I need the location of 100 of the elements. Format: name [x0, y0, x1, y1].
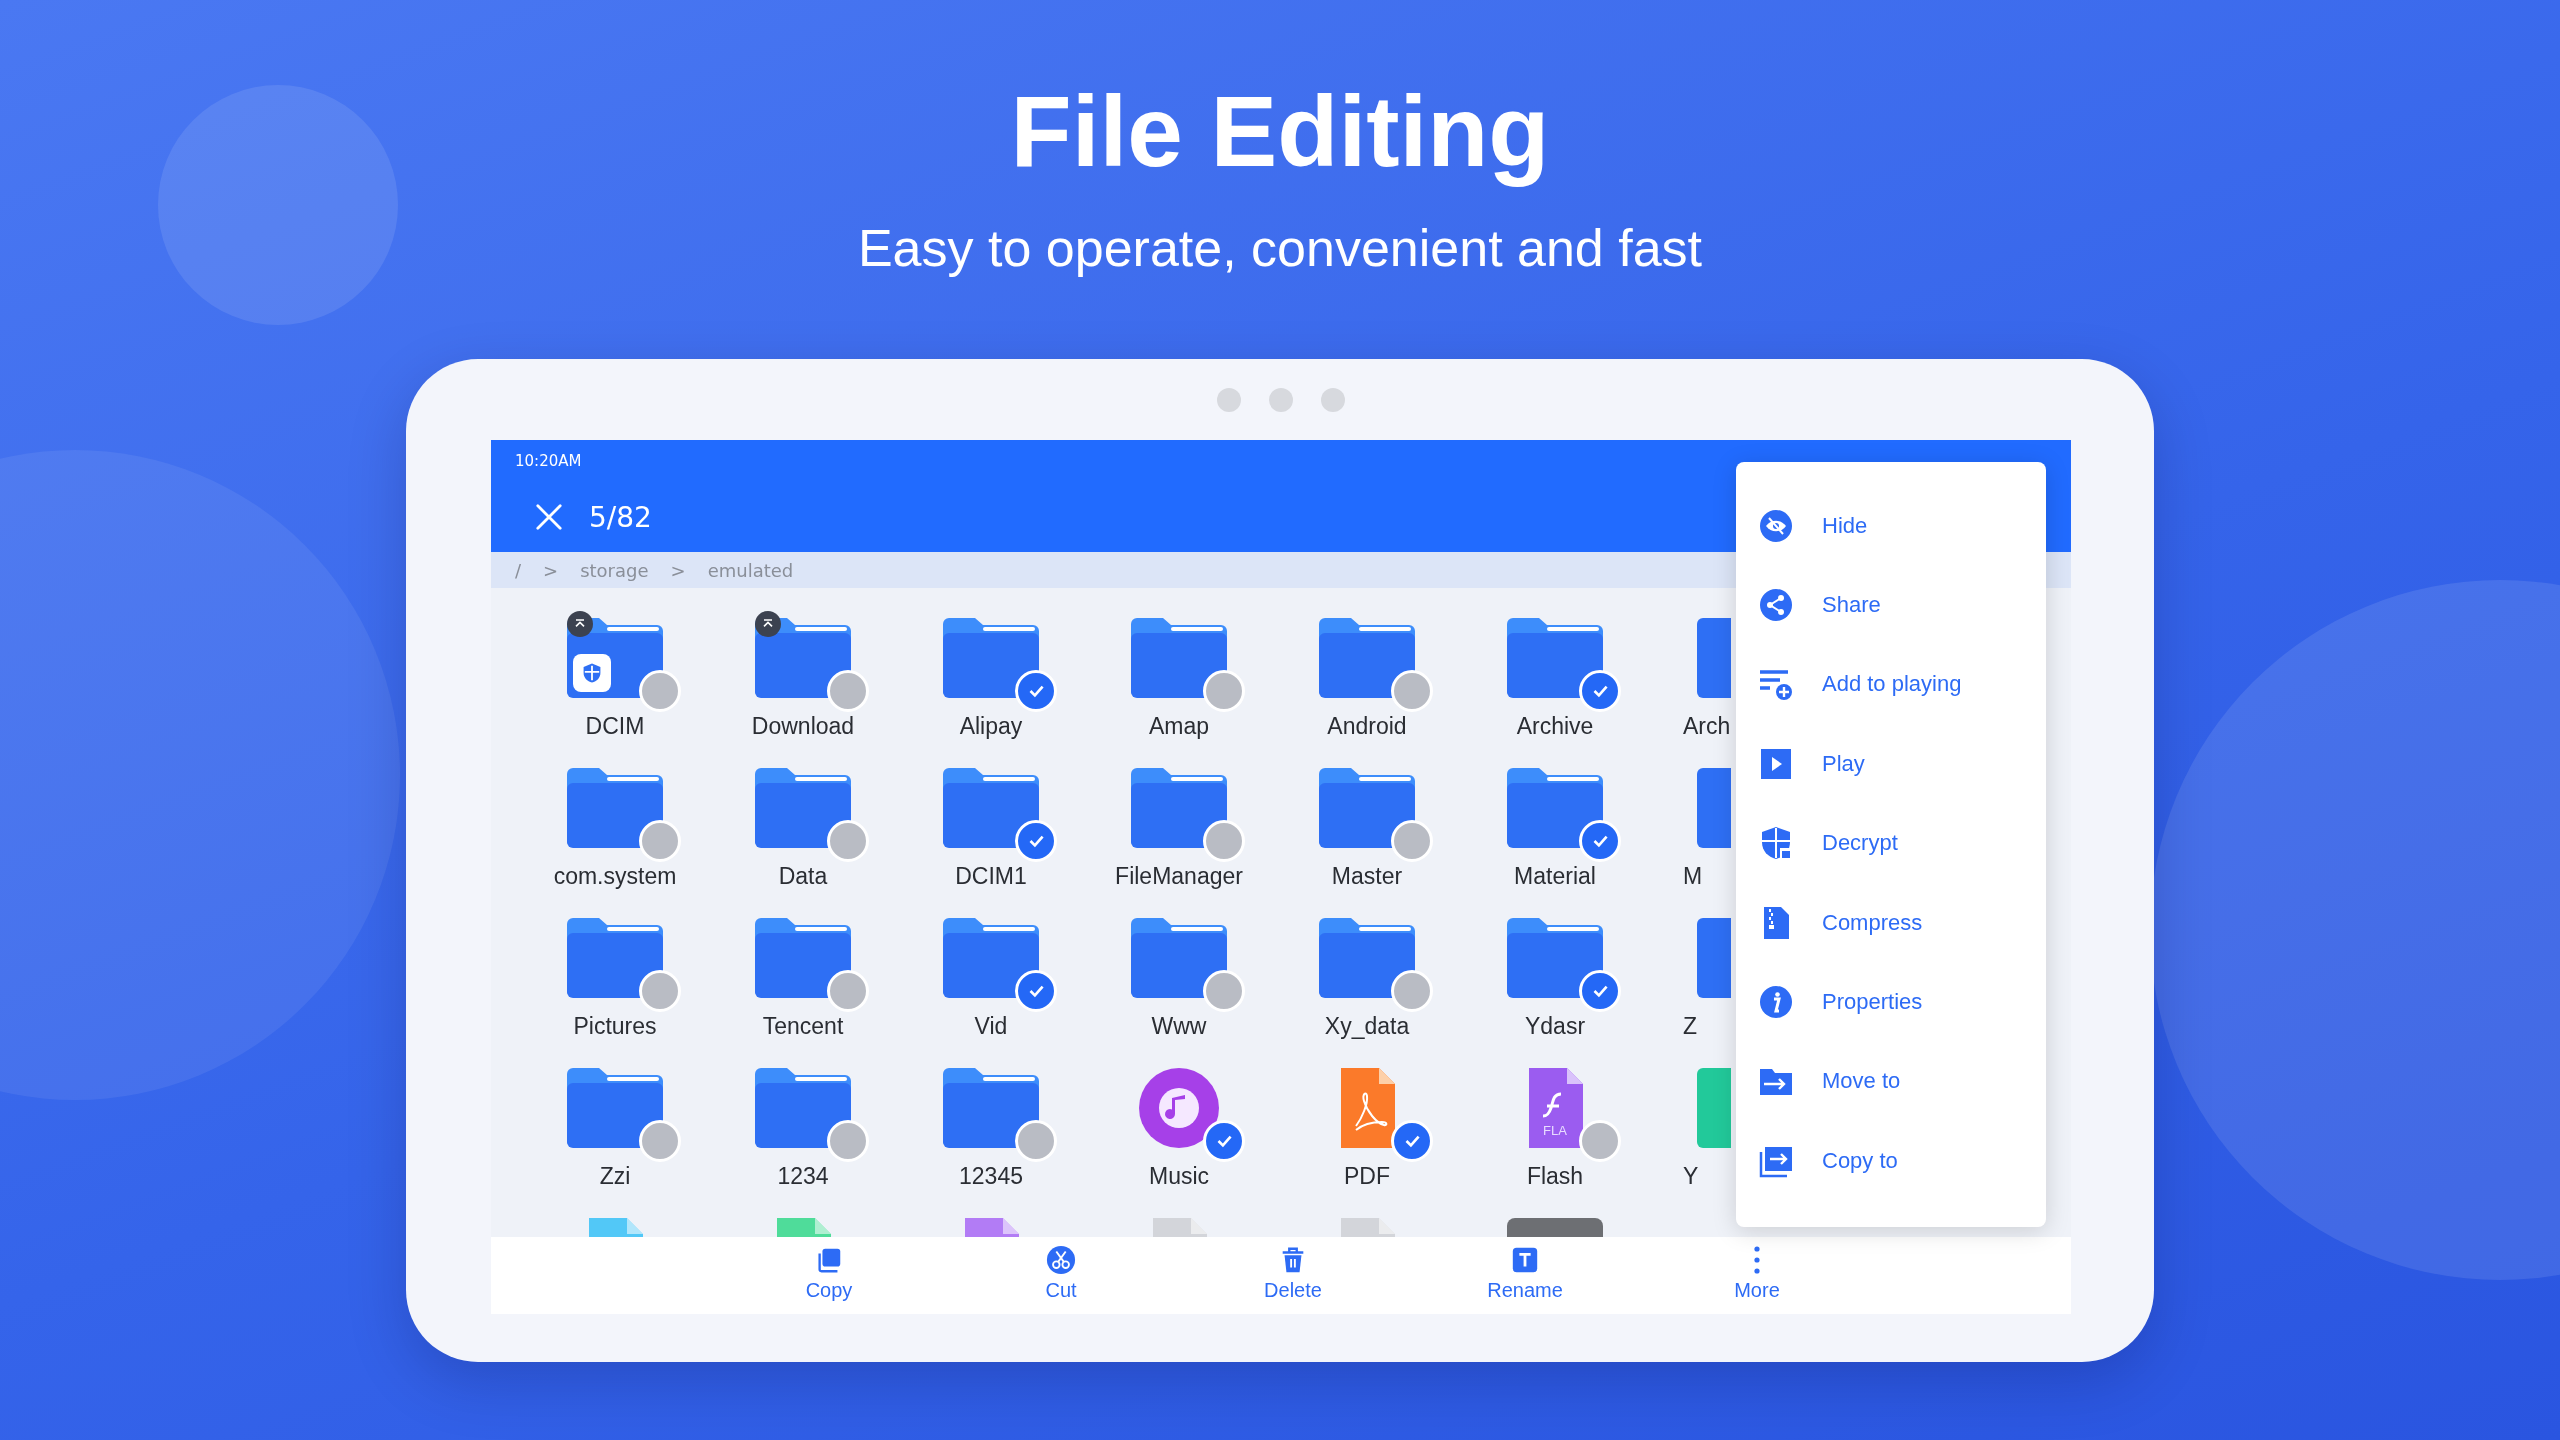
- selection-checkbox[interactable]: [1579, 820, 1621, 862]
- selection-checkbox[interactable]: [639, 820, 681, 862]
- menu-item[interactable]: Decrypt: [1736, 803, 2046, 883]
- menu-item[interactable]: Hide: [1736, 486, 2046, 566]
- selection-checkbox[interactable]: [827, 820, 869, 862]
- share-icon: [1759, 588, 1793, 623]
- menu-item[interactable]: Share: [1736, 565, 2046, 645]
- file-label[interactable]: Archive: [1516, 711, 1594, 741]
- folder-icon: [567, 768, 663, 848]
- camera-dot: [1269, 387, 1293, 412]
- folder-icon: [943, 918, 1039, 998]
- selection-checkbox[interactable]: [1579, 1120, 1621, 1162]
- file-label[interactable]: 12345: [959, 1161, 1023, 1191]
- play-icon: [1759, 746, 1793, 781]
- selection-checkbox[interactable]: [1391, 670, 1433, 712]
- file-label[interactable]: DCIM1: [955, 861, 1027, 891]
- folder-icon: [755, 918, 851, 998]
- file-label[interactable]: Ydasr: [1524, 1011, 1586, 1041]
- toolbar-button[interactable]: Cut: [986, 1237, 1136, 1314]
- folder-icon: [943, 1068, 1039, 1148]
- file-label[interactable]: Y: [1683, 1161, 1699, 1191]
- selection-checkbox[interactable]: [1203, 970, 1245, 1012]
- camera-dot: [1321, 387, 1345, 412]
- menu-item[interactable]: Add to playing: [1736, 644, 2046, 725]
- camera-dot: [1217, 387, 1241, 412]
- file-label[interactable]: Music: [1148, 1161, 1210, 1191]
- toolbar-button[interactable]: Rename: [1450, 1237, 1600, 1314]
- folder-icon: [1507, 918, 1603, 998]
- cut-off-file-icon: [1697, 1068, 1731, 1148]
- file-label[interactable]: Xy_data: [1324, 1011, 1410, 1041]
- queue-icon: [1759, 667, 1793, 702]
- folder-icon: [567, 1068, 663, 1148]
- folder-icon: [755, 768, 851, 848]
- selection-checkbox[interactable]: [1391, 970, 1433, 1012]
- toolbar-button[interactable]: Delete: [1218, 1237, 1368, 1314]
- file-label[interactable]: Android: [1327, 711, 1407, 741]
- menu-item[interactable]: Move to: [1736, 1041, 2046, 1122]
- selection-checkbox[interactable]: [1203, 1120, 1245, 1162]
- folder-icon: [567, 918, 663, 998]
- folder-icon: [755, 1068, 851, 1148]
- file-label[interactable]: Download: [751, 711, 855, 741]
- icon-caption: FLA: [1542, 1124, 1568, 1138]
- selection-checkbox[interactable]: [827, 970, 869, 1012]
- menu-item[interactable]: Play: [1736, 724, 2046, 804]
- file-label[interactable]: Alipay: [959, 711, 1023, 741]
- file-label[interactable]: Amap: [1148, 711, 1210, 741]
- selection-checkbox[interactable]: [639, 1120, 681, 1162]
- menu-item[interactable]: Properties: [1736, 962, 2046, 1042]
- file-label[interactable]: Flash: [1526, 1161, 1584, 1191]
- selection-checkbox[interactable]: [1015, 670, 1057, 712]
- selection-checkbox[interactable]: [1579, 670, 1621, 712]
- toolbar-button[interactable]: More: [1682, 1237, 1832, 1314]
- selection-checkbox[interactable]: [1391, 1120, 1433, 1162]
- headline-subtitle: Easy to operate, convenient and fast: [856, 218, 1704, 278]
- file-label[interactable]: Tencent: [762, 1011, 844, 1041]
- hide-icon: [1759, 508, 1793, 543]
- folder-icon: [1507, 618, 1603, 698]
- status-time: 10:20AM: [515, 452, 582, 470]
- file-label[interactable]: Z: [1683, 1011, 1698, 1041]
- file-label[interactable]: Master: [1331, 861, 1403, 891]
- toolbar-button[interactable]: Copy: [754, 1237, 904, 1314]
- selection-checkbox[interactable]: [1203, 820, 1245, 862]
- cut-off-file-icon: [1697, 768, 1731, 848]
- file-label[interactable]: Data: [778, 861, 828, 891]
- file-label[interactable]: DCIM: [585, 711, 645, 741]
- selection-checkbox[interactable]: [827, 1120, 869, 1162]
- menu-item[interactable]: Compress: [1736, 882, 2046, 963]
- file-label[interactable]: PDF: [1344, 1161, 1390, 1191]
- cut-off-file-icon: [1697, 618, 1731, 698]
- selection-checkbox[interactable]: [1015, 820, 1057, 862]
- decrypt-icon: [1759, 826, 1793, 861]
- selection-checkbox[interactable]: [639, 670, 681, 712]
- file-label[interactable]: FileManager: [1115, 861, 1243, 891]
- folder-icon: [1131, 918, 1227, 998]
- file-label[interactable]: Www: [1151, 1011, 1207, 1041]
- selection-checkbox[interactable]: [1015, 1120, 1057, 1162]
- close-icon[interactable]: [535, 503, 563, 531]
- selection-checkbox[interactable]: [1579, 970, 1621, 1012]
- folder-icon: [1131, 618, 1227, 698]
- folder-icon: [1131, 768, 1227, 848]
- folder-icon: [1319, 768, 1415, 848]
- menu-item[interactable]: Copy to: [1736, 1121, 2046, 1201]
- file-label[interactable]: Zzi: [599, 1161, 631, 1191]
- rename-icon: [1510, 1245, 1540, 1275]
- file-label[interactable]: Pictures: [573, 1011, 657, 1041]
- cut-off-file-icon: [1697, 918, 1731, 998]
- file-label[interactable]: Arch: [1683, 711, 1731, 741]
- selection-checkbox[interactable]: [1015, 970, 1057, 1012]
- file-label[interactable]: Material: [1514, 861, 1596, 891]
- file-label[interactable]: 1234: [777, 1161, 829, 1191]
- cut-icon: [1046, 1245, 1076, 1275]
- selection-checkbox[interactable]: [1203, 670, 1245, 712]
- selection-checkbox[interactable]: [639, 970, 681, 1012]
- folder-icon: [1319, 618, 1415, 698]
- selection-checkbox[interactable]: [827, 670, 869, 712]
- file-label[interactable]: com.system: [553, 861, 677, 891]
- file-label[interactable]: Vid: [974, 1011, 1008, 1041]
- selection-checkbox[interactable]: [1391, 820, 1433, 862]
- file-label[interactable]: M: [1683, 861, 1703, 891]
- folder-icon: [943, 618, 1039, 698]
